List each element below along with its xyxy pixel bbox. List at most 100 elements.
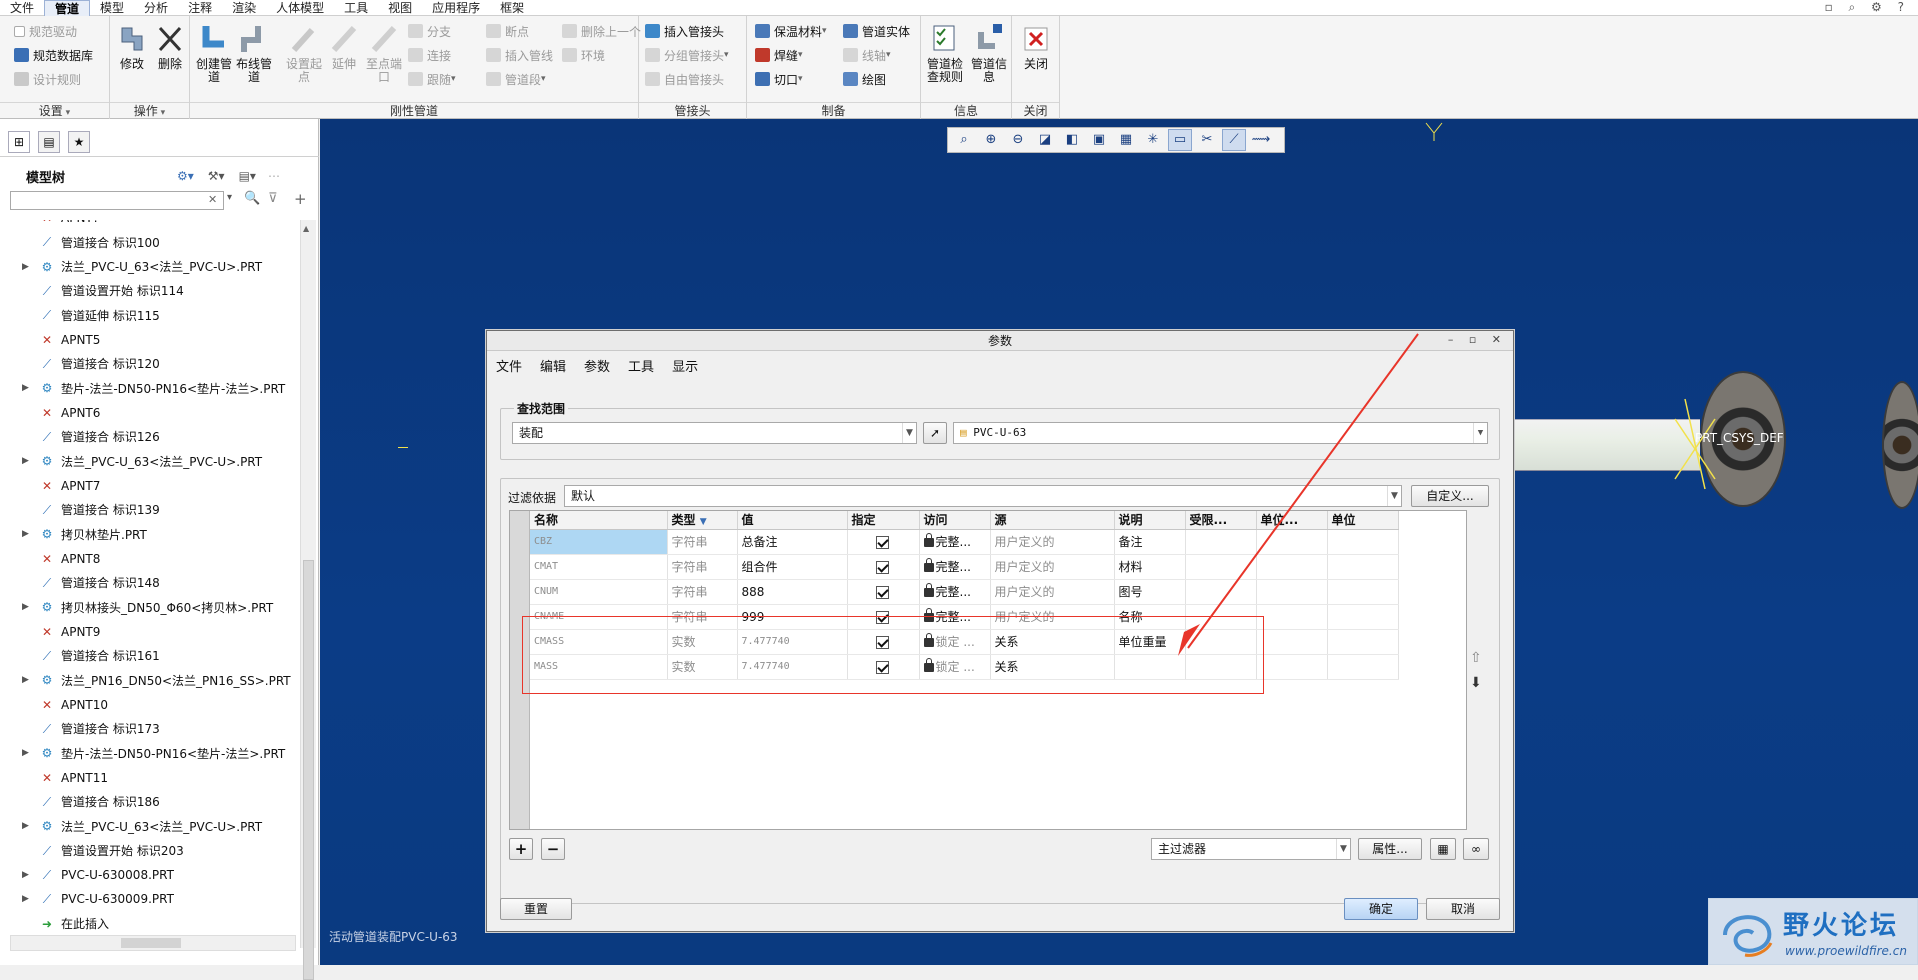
modify-button[interactable]: 修改 xyxy=(112,22,152,71)
parameter-cell-value[interactable]: 888 xyxy=(737,579,848,605)
parameter-cell-source[interactable]: 用户定义的 xyxy=(990,579,1115,605)
dialog-menu-file[interactable]: 文件 xyxy=(487,356,531,375)
hscroll-thumb[interactable] xyxy=(121,938,181,948)
tree-columns-icon[interactable]: ▤▾ xyxy=(239,169,256,183)
repaint-icon[interactable]: ◪ xyxy=(1033,129,1057,151)
menu-manikin[interactable]: 人体模型 xyxy=(266,0,334,16)
parameter-cell-access[interactable]: 完整... xyxy=(919,529,991,555)
display-style-icon[interactable]: ◧ xyxy=(1060,129,1084,151)
find-icon[interactable]: 🔍 xyxy=(244,191,260,206)
zoom-in-icon[interactable]: ⊕ xyxy=(979,129,1003,151)
tree-item[interactable]: ▶ ⟋ PVC-U-630008.PRT xyxy=(8,863,296,887)
breakpoint-button[interactable]: 断点 xyxy=(486,20,529,42)
tree-item[interactable]: ⟋ 管道设置开始 标识203 xyxy=(8,839,296,863)
expand-arrow-icon[interactable]: ▶ xyxy=(22,821,34,831)
parameter-cell-type[interactable]: 字符串 xyxy=(667,579,738,605)
insert-line-button[interactable]: 插入管线 xyxy=(486,44,553,66)
col-type[interactable]: 类型 ▼ xyxy=(667,511,738,530)
expand-arrow-icon[interactable]: ▶ xyxy=(22,675,34,685)
tree-item[interactable]: ⟋ 管道延伸 标识115 xyxy=(8,303,296,327)
pipe-centerline-icon[interactable]: ⟋ xyxy=(1222,129,1246,151)
clear-search-icon[interactable]: ✕ xyxy=(208,193,217,206)
tree-horizontal-scrollbar[interactable] xyxy=(10,935,296,951)
parameter-cell-source[interactable]: 用户定义的 xyxy=(990,529,1115,555)
move-down-icon[interactable]: ⬇ xyxy=(1470,675,1482,691)
tree-item[interactable]: ⟋ 管道接合 标识173 xyxy=(8,717,296,741)
menu-model[interactable]: 模型 xyxy=(90,0,134,16)
tree-item[interactable]: ▶ ⚙ 法兰_PVC-U_63<法兰_PVC-U>.PRT xyxy=(8,814,296,838)
environment-button[interactable]: 环境 xyxy=(562,44,605,66)
menu-framework[interactable]: 框架 xyxy=(490,0,534,16)
pipe-solid-button[interactable]: 管道实体 xyxy=(843,20,910,42)
tree-item[interactable]: ⟋ 管道接合 标识126 xyxy=(8,425,296,449)
parameter-cell-access[interactable]: 完整... xyxy=(919,579,991,605)
parameter-cell-value[interactable]: 组合件 xyxy=(737,554,848,580)
parameter-cell-designated[interactable] xyxy=(847,529,920,555)
tree-item[interactable]: ▶ ⚙ 垫片-法兰-DN50-PN16<垫片-法兰>.PRT xyxy=(8,741,296,765)
parameter-cell-name[interactable]: CBZ xyxy=(530,529,668,555)
expand-arrow-icon[interactable]: ▶ xyxy=(22,529,34,539)
group-title-settings[interactable]: 设置 xyxy=(0,102,109,119)
col-name[interactable]: 名称 xyxy=(530,511,668,530)
parameter-cell-designated[interactable] xyxy=(847,554,920,580)
parameter-cell-name[interactable]: CMAT xyxy=(530,554,668,580)
expand-arrow-icon[interactable]: ▶ xyxy=(22,894,34,904)
lookin-type-select[interactable]: 装配 ▼ xyxy=(512,422,917,444)
drawing-button[interactable]: 绘图 xyxy=(843,68,886,90)
group-title-operations[interactable]: 操作 xyxy=(110,102,189,119)
connect-button[interactable]: 连接 xyxy=(408,44,451,66)
tree-item[interactable]: ✕ APNT? xyxy=(8,220,296,230)
move-up-icon[interactable]: ⇧ xyxy=(1470,650,1482,666)
add-icon[interactable]: + xyxy=(294,190,307,208)
menu-tools[interactable]: 工具 xyxy=(334,0,378,16)
refit-icon[interactable]: ⌕ xyxy=(952,129,976,151)
flange-model-2[interactable] xyxy=(1882,381,1918,509)
menu-analysis[interactable]: 分析 xyxy=(134,0,178,16)
model-tree-tab-icon[interactable]: ⊞ xyxy=(8,131,30,153)
favorites-tab-icon[interactable]: ★ xyxy=(68,131,90,153)
parameter-cell-source[interactable]: 用户定义的 xyxy=(990,554,1115,580)
tree-filters-icon[interactable]: ⚒▾ xyxy=(208,169,225,183)
insulation-button[interactable]: 保温材料 xyxy=(755,20,827,42)
scroll-up-icon[interactable]: ▲ xyxy=(303,224,309,233)
tree-item[interactable]: ➜ 在此插入 xyxy=(8,912,296,936)
parameter-cell-access[interactable]: 完整... xyxy=(919,554,991,580)
dialog-window-controls[interactable]: – ▫ ✕ xyxy=(1448,333,1507,346)
group-fitting-button[interactable]: 分组管接头 xyxy=(645,44,729,66)
tree-item[interactable]: ✕ APNT5 xyxy=(8,328,296,352)
menu-file[interactable]: 文件 xyxy=(0,0,44,16)
spec-database-button[interactable]: 规范数据库 xyxy=(14,44,93,66)
menu-annotate[interactable]: 注释 xyxy=(178,0,222,16)
find-parameter-button[interactable]: ∞ xyxy=(1463,838,1489,860)
pipe-insulation-icon[interactable]: ⟿ xyxy=(1249,129,1273,151)
pipe-info-button[interactable]: 管道信息 xyxy=(969,22,1009,84)
create-pipe-button[interactable]: 创建管道 xyxy=(194,22,234,84)
pipe-check-rules-button[interactable]: 管道检查规则 xyxy=(925,22,965,84)
tree-item[interactable]: ⟋ 管道接合 标识148 xyxy=(8,571,296,595)
select-pointer-button[interactable]: ➚ xyxy=(923,422,947,444)
branch-button[interactable]: 分支 xyxy=(408,20,451,42)
col-access[interactable]: 访问 xyxy=(919,511,991,530)
expand-arrow-icon[interactable]: ▶ xyxy=(22,870,34,880)
dialog-menu-display[interactable]: 显示 xyxy=(663,356,707,375)
tree-item[interactable]: ⟋ 管道设置开始 标识114 xyxy=(8,279,296,303)
menu-piping[interactable]: 管道 xyxy=(44,0,91,16)
delete-button[interactable]: 删除 xyxy=(150,22,190,71)
tree-item[interactable]: ⟋ 管道接合 标识100 xyxy=(8,230,296,254)
free-fitting-button[interactable]: 自由管接头 xyxy=(645,68,724,90)
tree-item[interactable]: ✕ APNT10 xyxy=(8,693,296,717)
close-button[interactable]: 关闭 xyxy=(1016,22,1056,71)
search-history-chevron-icon[interactable]: ▾ xyxy=(227,192,232,203)
tree-item[interactable]: ✕ APNT6 xyxy=(8,401,296,425)
table-columns-button[interactable]: ▦ xyxy=(1430,838,1456,860)
spool-button[interactable]: 线轴 xyxy=(843,44,891,66)
parameter-cell-type[interactable]: 字符串 xyxy=(667,554,738,580)
tree-item[interactable]: ▶ ⚙ 法兰_PN16_DN50<法兰_PN16_SS>.PRT xyxy=(8,668,296,692)
main-filter-select[interactable]: 主过滤器 ▼ xyxy=(1151,838,1351,860)
filter-icon[interactable]: ⊽ xyxy=(268,191,278,206)
menu-render[interactable]: 渲染 xyxy=(222,0,266,16)
set-start-button[interactable]: 设置起点 xyxy=(284,22,324,84)
ok-button[interactable]: 确定 xyxy=(1344,898,1418,920)
extend-button[interactable]: 延伸 xyxy=(324,22,364,71)
spec-driven-checkbox[interactable]: 规范驱动 xyxy=(14,20,77,42)
